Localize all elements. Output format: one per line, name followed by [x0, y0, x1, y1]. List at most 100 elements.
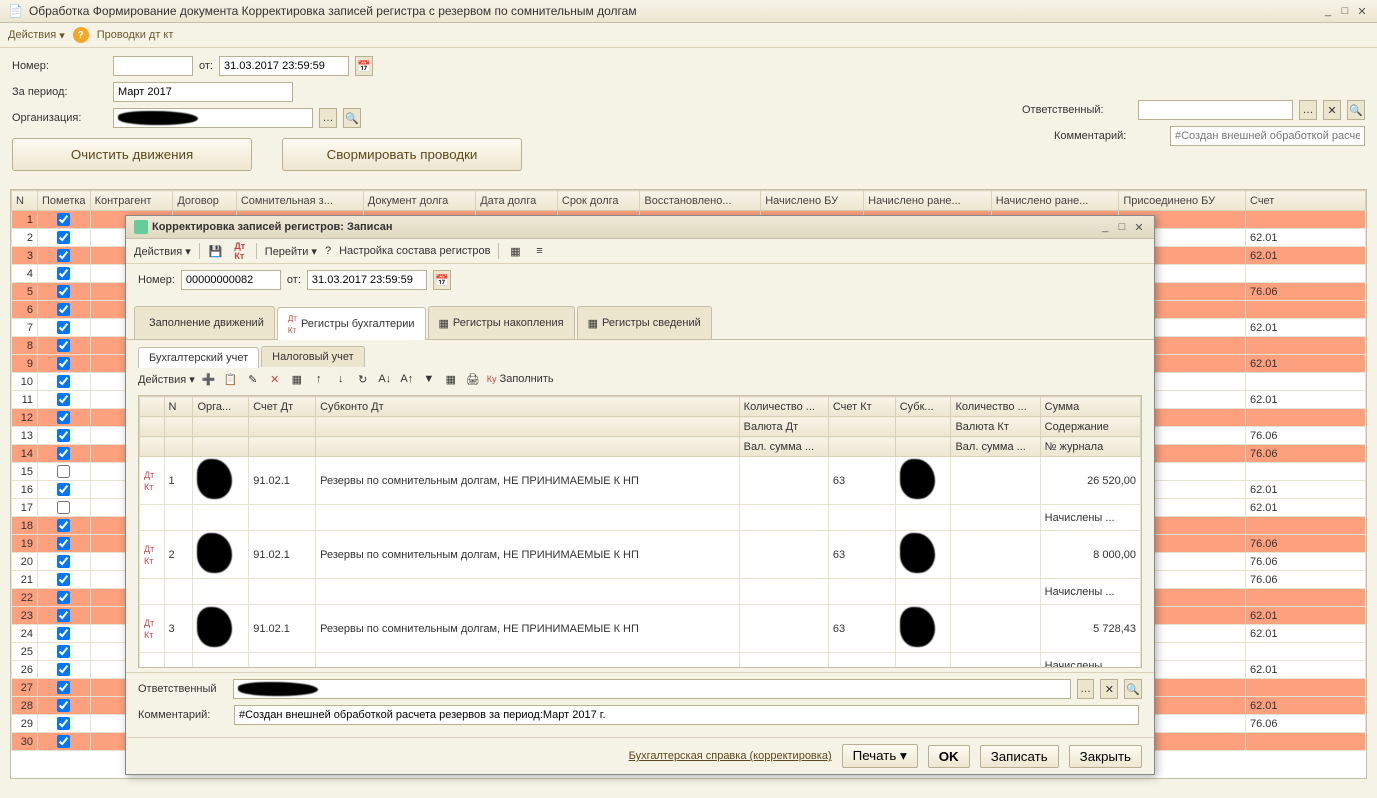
search-icon[interactable]: 🔍: [1347, 100, 1365, 120]
inner-row-sub[interactable]: Начислены ...: [140, 653, 1141, 669]
column-header[interactable]: Восстановлено...: [640, 191, 761, 211]
row-checkbox[interactable]: [57, 483, 70, 496]
inner-column-header[interactable]: Орга...: [193, 397, 249, 417]
inner-column-header[interactable]: [249, 437, 316, 457]
row-checkbox[interactable]: [57, 699, 70, 712]
row-checkbox[interactable]: [57, 411, 70, 424]
inner-column-header[interactable]: [193, 417, 249, 437]
refresh-icon[interactable]: ↻: [355, 371, 371, 387]
row-checkbox[interactable]: [57, 627, 70, 640]
column-header[interactable]: Присоединено БУ: [1119, 191, 1246, 211]
grid-icon[interactable]: ▦: [289, 371, 305, 387]
row-checkbox[interactable]: [57, 735, 70, 748]
inner-column-header[interactable]: [193, 437, 249, 457]
close-icon[interactable]: ✕: [1355, 4, 1369, 18]
inner-column-header[interactable]: Количество ...: [951, 397, 1040, 417]
row-checkbox[interactable]: [57, 375, 70, 388]
row-checkbox[interactable]: [57, 537, 70, 550]
inner-row[interactable]: ДтКт391.02.1Резервы по сомнительным долг…: [140, 605, 1141, 653]
up-icon[interactable]: ↑: [311, 371, 327, 387]
row-checkbox[interactable]: [57, 429, 70, 442]
sort-asc-icon[interactable]: A↓: [377, 371, 393, 387]
row-checkbox[interactable]: [57, 213, 70, 226]
grid-icon[interactable]: ▦: [507, 243, 523, 259]
inner-row[interactable]: ДтКт291.02.1Резервы по сомнительным долг…: [140, 531, 1141, 579]
row-checkbox[interactable]: [57, 519, 70, 532]
config-link[interactable]: Настройка состава регистров: [339, 245, 490, 257]
period-input[interactable]: [113, 82, 293, 102]
org-input[interactable]: [113, 108, 313, 128]
edit-icon[interactable]: ✎: [245, 371, 261, 387]
inner-column-header[interactable]: Вал. сумма ...: [951, 437, 1040, 457]
column-header[interactable]: Сомнительная з...: [236, 191, 363, 211]
column-header[interactable]: Начислено БУ: [761, 191, 864, 211]
row-checkbox[interactable]: [57, 447, 70, 460]
row-checkbox[interactable]: [57, 285, 70, 298]
column-header[interactable]: Документ долга: [363, 191, 475, 211]
print-button[interactable]: Печать ▾: [842, 744, 918, 768]
form-postings-button[interactable]: Свормировать проводки: [282, 138, 522, 171]
row-checkbox[interactable]: [57, 555, 70, 568]
row-checkbox[interactable]: [57, 501, 70, 514]
clear-button[interactable]: Очистить движения: [12, 138, 252, 171]
comment-input[interactable]: [1170, 126, 1365, 146]
row-checkbox[interactable]: [57, 573, 70, 586]
tab[interactable]: ДтКтРегистры бухгалтерии: [277, 307, 426, 340]
inner-row[interactable]: ДтКт191.02.1Резервы по сомнительным долг…: [140, 457, 1141, 505]
row-checkbox[interactable]: [57, 339, 70, 352]
row-checkbox[interactable]: [57, 645, 70, 658]
actions-menu[interactable]: Действия ▾: [8, 29, 65, 42]
row-checkbox[interactable]: [57, 663, 70, 676]
inner-column-header[interactable]: [828, 417, 895, 437]
go-link[interactable]: Перейти ▾: [265, 245, 317, 258]
inner-column-header[interactable]: [895, 417, 951, 437]
save-icon[interactable]: 💾: [208, 243, 224, 259]
inner-column-header[interactable]: [140, 417, 165, 437]
close-icon[interactable]: ✕: [1132, 220, 1146, 234]
inner-actions[interactable]: Действия ▾: [138, 373, 195, 386]
copy-icon[interactable]: 📋: [223, 371, 239, 387]
column-header[interactable]: Начислено ране...: [991, 191, 1119, 211]
ellipsis-icon[interactable]: …: [1077, 679, 1095, 699]
inner-column-header[interactable]: Счет Кт: [828, 397, 895, 417]
inner-column-header[interactable]: [140, 437, 165, 457]
inner-column-header[interactable]: [316, 417, 740, 437]
row-checkbox[interactable]: [57, 681, 70, 694]
inner-column-header[interactable]: Количество ...: [739, 397, 828, 417]
register-icon[interactable]: ДтКт: [232, 243, 248, 259]
inner-column-header[interactable]: [140, 397, 165, 417]
close-button[interactable]: Закрыть: [1069, 745, 1142, 768]
column-header[interactable]: Контрагент: [90, 191, 173, 211]
row-checkbox[interactable]: [57, 465, 70, 478]
inner-column-header[interactable]: № журнала: [1040, 437, 1140, 457]
down-icon[interactable]: ↓: [333, 371, 349, 387]
column-header[interactable]: N: [12, 191, 38, 211]
inner-column-header[interactable]: [316, 437, 740, 457]
inner-column-header[interactable]: Субконто Дт: [316, 397, 740, 417]
inner-column-header[interactable]: Вал. сумма ...: [739, 437, 828, 457]
clear-icon[interactable]: ✕: [1100, 679, 1118, 699]
row-checkbox[interactable]: [57, 591, 70, 604]
column-header[interactable]: Дата долга: [476, 191, 558, 211]
delete-icon[interactable]: ✕: [267, 371, 283, 387]
row-checkbox[interactable]: [57, 267, 70, 280]
row-checkbox[interactable]: [57, 393, 70, 406]
inner-column-header[interactable]: [164, 437, 193, 457]
search-icon[interactable]: 🔍: [1124, 679, 1142, 699]
clear-icon[interactable]: ✕: [1323, 100, 1341, 120]
inner-column-header[interactable]: [164, 417, 193, 437]
subtab[interactable]: Бухгалтерский учет: [138, 347, 259, 368]
inner-row-sub[interactable]: Начислены ...: [140, 505, 1141, 531]
inner-column-header[interactable]: Сумма: [1040, 397, 1140, 417]
inner-column-header[interactable]: [895, 437, 951, 457]
from-input[interactable]: [219, 56, 349, 76]
subtab[interactable]: Налоговый учет: [261, 346, 365, 367]
dialog-from-input[interactable]: [307, 270, 427, 290]
calendar-icon[interactable]: 📅: [355, 56, 373, 76]
number-input[interactable]: [113, 56, 193, 76]
ellipsis-icon[interactable]: …: [319, 108, 337, 128]
help-icon[interactable]: ?: [73, 27, 89, 43]
postings-link[interactable]: Проводки дт кт: [97, 29, 174, 41]
minimize-icon[interactable]: _: [1321, 4, 1335, 18]
filter-icon[interactable]: ▼: [421, 371, 437, 387]
